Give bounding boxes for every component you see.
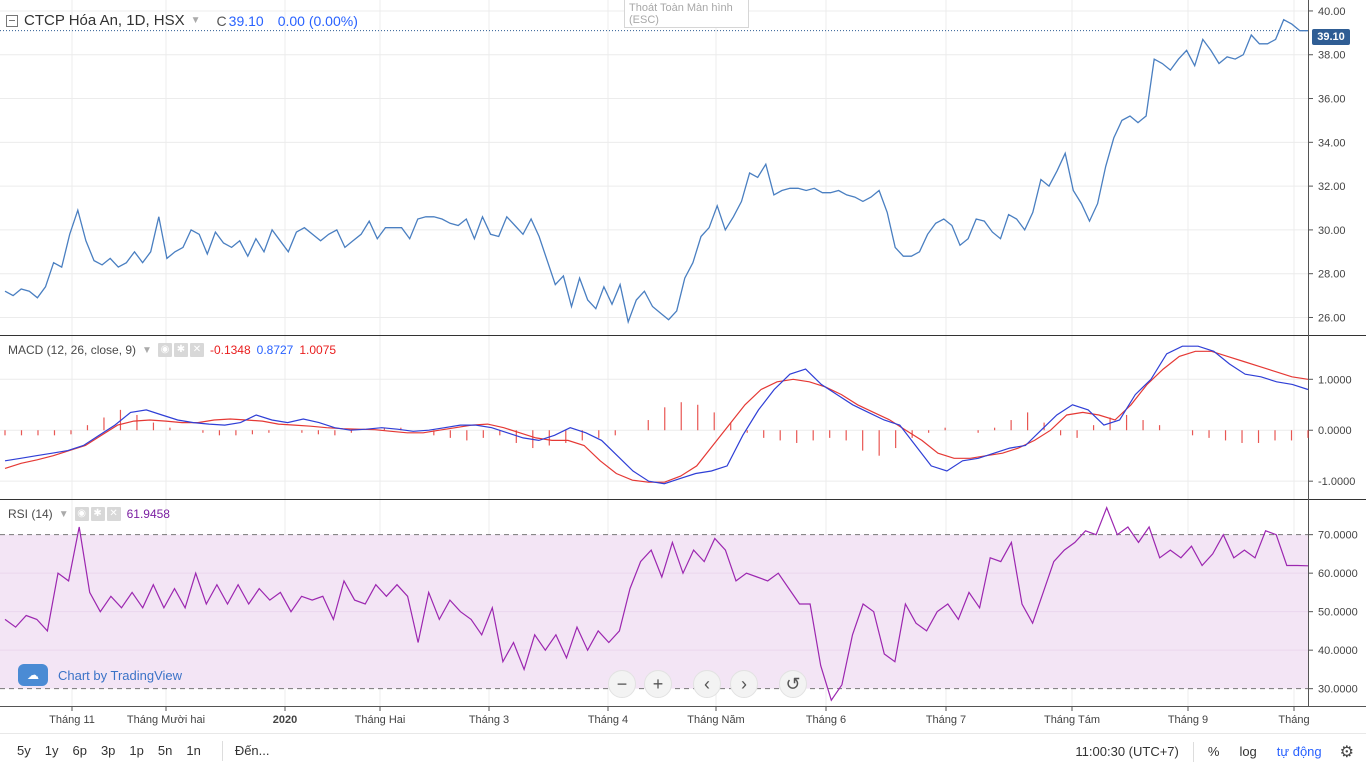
rsi-name[interactable]: RSI (14)	[8, 507, 53, 521]
close-icon[interactable]: ✕	[106, 507, 121, 521]
time-axis-label: Tháng Tám	[1044, 714, 1100, 726]
range-5d[interactable]: 5n	[151, 741, 179, 761]
range-3m[interactable]: 3p	[94, 741, 122, 761]
macd-signal-value: 1.0075	[299, 343, 337, 357]
time-axis-label: Tháng Năm	[687, 714, 744, 726]
chevron-left-icon: ‹	[704, 674, 710, 694]
price-axis-label: 36.00	[1318, 94, 1346, 106]
close-label: C	[216, 12, 227, 29]
reset-chart-button[interactable]: ↺	[779, 670, 807, 698]
tooltip-line-2: (ESC)	[629, 14, 659, 26]
macd-axis-label: 1.0000	[1318, 374, 1352, 386]
scroll-left-button[interactable]: ‹	[693, 670, 721, 698]
minus-icon: −	[616, 674, 628, 694]
rsi-axis-label: 40.0000	[1318, 645, 1358, 657]
price-series-line	[4, 18, 1308, 325]
scroll-right-button[interactable]: ›	[730, 670, 758, 698]
gear-icon[interactable]: ✱	[173, 343, 188, 357]
bottom-right-controls: 11:00:30 (UTC+7) % log tự động ⚙	[1075, 734, 1354, 768]
time-axis-label: Tháng	[1278, 714, 1309, 726]
gear-icon[interactable]: ⚙	[1332, 742, 1354, 762]
macd-hist-value: -0.1348	[209, 343, 251, 357]
indicator-controls: ◉ ✱ ✕	[74, 507, 121, 521]
gear-icon[interactable]: ✱	[90, 507, 105, 521]
fullscreen-exit-tooltip: Thoát Toàn Màn hình (ESC)	[624, 0, 749, 28]
auto-scale-toggle[interactable]: tự động	[1267, 742, 1332, 762]
time-axis-label: Tháng Mười hai	[127, 714, 205, 726]
eye-icon[interactable]: ◉	[157, 343, 172, 357]
cloud-icon: ☁	[18, 664, 48, 686]
indicator-controls: ◉ ✱ ✕	[157, 343, 204, 357]
range-1d[interactable]: 1n	[179, 741, 207, 761]
chevron-down-icon[interactable]: ▼	[142, 345, 152, 356]
range-6m[interactable]: 6p	[65, 741, 93, 761]
bottom-toolbar: 5y 1y 6p 3p 1p 5n 1n Đến... 11:00:30 (UT…	[0, 733, 1366, 768]
macd-legend: MACD (12, 26, close, 9) ▼ ◉ ✱ ✕ -0.1348 …	[8, 343, 336, 357]
time-axis-label: Tháng Hai	[355, 714, 406, 726]
chevron-right-icon: ›	[741, 674, 747, 694]
range-1m[interactable]: 1p	[122, 741, 150, 761]
chevron-down-icon[interactable]: ▼	[191, 15, 201, 26]
time-axis-label: 2020	[273, 714, 297, 726]
close-icon[interactable]: ✕	[189, 343, 204, 357]
close-value: 39.10	[228, 12, 264, 29]
plus-icon: +	[652, 674, 664, 694]
last-price-tag: 39.10	[1312, 29, 1350, 45]
symbol-title[interactable]: CTCP Hóa An, 1D, HSX	[24, 12, 185, 29]
reset-icon: ↺	[785, 674, 801, 694]
chevron-down-icon[interactable]: ▼	[59, 509, 69, 520]
timezone-clock[interactable]: 11:00:30 (UTC+7)	[1075, 741, 1194, 762]
rsi-axis-label: 60.0000	[1318, 568, 1358, 580]
eye-icon[interactable]: ◉	[74, 507, 89, 521]
macd-line-value: 0.8727	[256, 343, 294, 357]
price-axis-label: 40.00	[1318, 6, 1346, 18]
tradingview-branding[interactable]: ☁ Chart by TradingView	[18, 664, 182, 686]
time-axis-label: Tháng 4	[588, 714, 628, 726]
range-5y[interactable]: 5y	[10, 741, 38, 761]
price-axis-label: 26.00	[1318, 312, 1346, 324]
percent-scale-toggle[interactable]: %	[1194, 742, 1230, 762]
macd-line	[4, 345, 1309, 485]
macd-name[interactable]: MACD (12, 26, close, 9)	[8, 343, 136, 357]
price-axis-label: 38.00	[1318, 50, 1346, 62]
range-1y[interactable]: 1y	[38, 741, 66, 761]
symbol-legend: CTCP Hóa An, 1D, HSX ▼ C 39.10 0.00 (0.0…	[6, 12, 358, 29]
goto-date-button[interactable]: Đến...	[221, 741, 270, 761]
zoom-in-button[interactable]: +	[644, 670, 672, 698]
time-axis-label: Tháng 3	[469, 714, 509, 726]
price-axis-label: 28.00	[1318, 269, 1346, 281]
time-axis-label: Tháng 9	[1168, 714, 1208, 726]
log-scale-toggle[interactable]: log	[1229, 742, 1266, 762]
rsi-legend: RSI (14) ▼ ◉ ✱ ✕ 61.9458	[8, 507, 170, 521]
time-axis-label: Tháng 7	[926, 714, 966, 726]
rsi-axis-label: 30.0000	[1318, 684, 1358, 696]
rsi-axis-label: 50.0000	[1318, 607, 1358, 619]
tooltip-line-1: Thoát Toàn Màn hình	[629, 2, 733, 14]
time-axis-label: Tháng 11	[49, 714, 95, 726]
chart-area[interactable]: 26.00 28.00 30.00 32.00 34.00 36.00 38.00 40.00…	[0, 0, 1366, 768]
price-axis-label: 34.00	[1318, 137, 1346, 149]
change-value: 0.00 (0.00%)	[277, 12, 358, 29]
macd-axis-label: -1.0000	[1318, 476, 1355, 488]
branding-text: Chart by TradingView	[58, 667, 183, 683]
time-axis-label: Tháng 6	[806, 714, 846, 726]
price-axis-label: 30.00	[1318, 225, 1346, 237]
rsi-value: 61.9458	[126, 507, 170, 521]
rsi-axis-label: 70.0000	[1318, 530, 1358, 542]
macd-signal-line	[4, 350, 1309, 483]
zoom-out-button[interactable]: −	[608, 670, 636, 698]
chart-canvas[interactable]: 26.00 28.00 30.00 32.00 34.00 36.00 38.00 40.00…	[0, 0, 1366, 733]
price-axis-label: 32.00	[1318, 181, 1346, 193]
macd-axis-label: 0.0000	[1318, 425, 1352, 437]
collapse-legend-icon[interactable]	[6, 14, 18, 27]
